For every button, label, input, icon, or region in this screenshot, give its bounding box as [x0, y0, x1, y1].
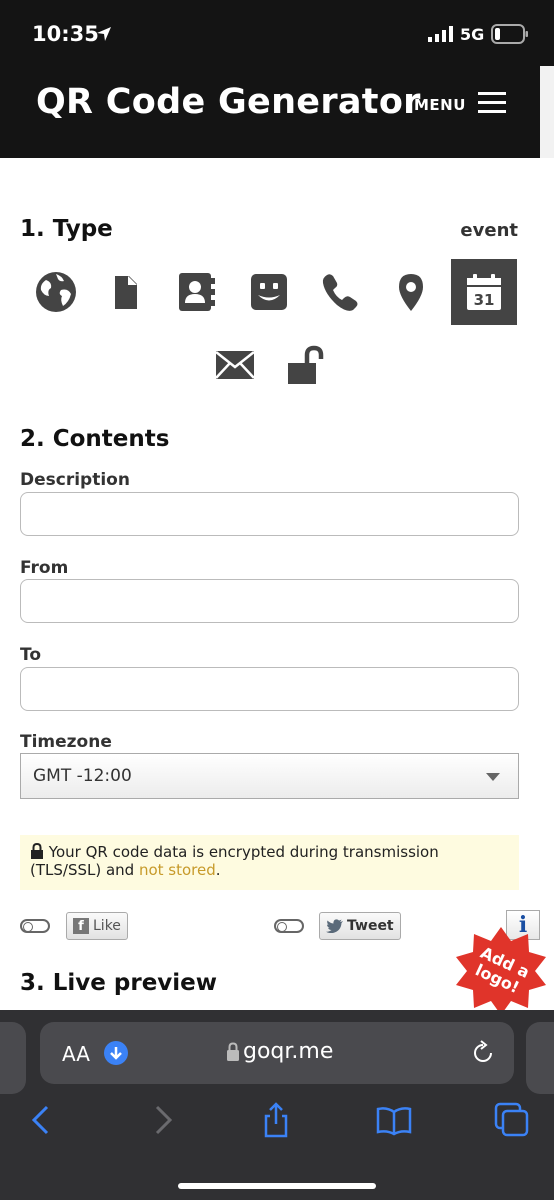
facebook-like-button[interactable]: f Like — [66, 912, 128, 940]
calendar-day: 31 — [474, 291, 495, 309]
browser-toolbar: AA goqr.me — [0, 1010, 554, 1200]
unlock-icon[interactable] — [272, 332, 338, 398]
signal-bars-icon — [428, 26, 453, 42]
notice-end: . — [215, 861, 221, 879]
share-icon[interactable] — [258, 1102, 294, 1138]
contents-heading: 2. Contents — [20, 426, 170, 452]
lock-icon — [31, 843, 43, 859]
not-stored-link[interactable]: not stored — [139, 861, 216, 879]
address-bar[interactable]: AA goqr.me — [40, 1022, 514, 1084]
reload-icon[interactable] — [470, 1040, 496, 1066]
location-arrow-icon — [97, 27, 111, 41]
description-input[interactable] — [20, 492, 519, 536]
previous-tab-peek[interactable] — [0, 1022, 26, 1094]
like-label: Like — [93, 918, 121, 934]
notice-text: Your QR code data is encrypted during tr… — [30, 843, 439, 879]
add-logo-badge[interactable]: Add a logo! — [455, 925, 547, 1017]
tweet-button[interactable]: Tweet — [319, 912, 401, 940]
tabs-icon[interactable] — [494, 1102, 530, 1138]
lock-icon — [227, 1042, 239, 1061]
live-preview-heading: 3. Live preview — [20, 970, 218, 996]
network-type: 5G — [460, 25, 485, 44]
next-tab-peek[interactable] — [526, 1022, 554, 1094]
text-size-button[interactable]: AA — [62, 1042, 90, 1066]
to-input[interactable] — [20, 667, 519, 711]
status-time: 10:35 — [32, 22, 99, 46]
facebook-privacy-toggle[interactable] — [20, 919, 50, 933]
twitter-privacy-toggle[interactable] — [274, 919, 304, 933]
smiley-icon[interactable] — [236, 259, 302, 325]
twitter-bird-icon — [326, 919, 343, 933]
status-bar: 10:35 5G — [0, 0, 554, 66]
back-icon[interactable] — [24, 1102, 60, 1138]
from-label: From — [20, 558, 69, 578]
home-indicator[interactable] — [178, 1183, 376, 1189]
globe-icon[interactable] — [23, 259, 89, 325]
file-icon[interactable] — [93, 259, 159, 325]
download-icon[interactable] — [104, 1041, 128, 1065]
url-text[interactable]: goqr.me — [243, 1039, 333, 1064]
timezone-label: Timezone — [20, 732, 112, 752]
menu-button[interactable]: MENU — [414, 96, 466, 114]
encryption-notice: Your QR code data is encrypted during tr… — [20, 835, 519, 890]
selected-type-label: event — [460, 220, 518, 241]
from-input[interactable] — [20, 579, 519, 623]
location-pin-icon[interactable] — [378, 259, 444, 325]
type-heading: 1. Type — [20, 216, 113, 242]
contact-card-icon[interactable] — [163, 259, 229, 325]
description-label: Description — [20, 470, 130, 490]
to-label: To — [20, 645, 42, 665]
site-header: QR Code Generator MENU — [0, 66, 554, 158]
timezone-select[interactable]: GMT -12:00 — [20, 753, 519, 799]
site-title[interactable]: QR Code Generator — [36, 82, 421, 122]
calendar-icon[interactable]: 31 — [451, 259, 517, 325]
facebook-icon: f — [73, 918, 89, 934]
tweet-label: Tweet — [347, 918, 394, 934]
bookmarks-icon[interactable] — [376, 1102, 412, 1138]
hamburger-icon[interactable] — [478, 92, 506, 114]
email-icon[interactable] — [202, 332, 268, 398]
phone-icon[interactable] — [307, 259, 373, 325]
forward-icon[interactable] — [144, 1102, 180, 1138]
timezone-value: GMT -12:00 — [33, 766, 132, 786]
chevron-down-icon — [486, 773, 500, 781]
battery-icon — [491, 24, 528, 44]
